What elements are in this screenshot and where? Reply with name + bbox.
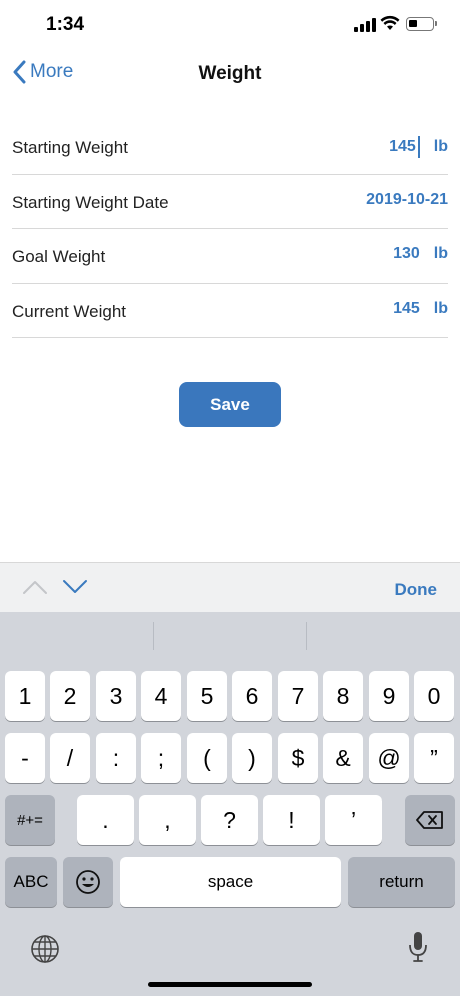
emoji-icon <box>76 870 100 894</box>
backspace-icon <box>416 811 443 829</box>
chevron-down-icon[interactable] <box>62 579 88 595</box>
key-period[interactable]: . <box>77 795 134 845</box>
keyboard: 1 2 3 4 5 6 7 8 9 0 - / : ; ( ) $ & @ ” … <box>0 612 460 996</box>
page-title: Weight <box>198 63 262 84</box>
key-abc[interactable]: ABC <box>5 857 57 907</box>
delete-key[interactable] <box>405 795 455 845</box>
home-indicator <box>148 982 312 987</box>
signal-icon <box>354 18 376 32</box>
emoji-key[interactable] <box>63 857 113 907</box>
key-question[interactable]: ? <box>201 795 258 845</box>
key-dollar[interactable]: $ <box>278 733 318 783</box>
key-5[interactable]: 5 <box>187 671 227 721</box>
key-9[interactable]: 9 <box>369 671 409 721</box>
key-7[interactable]: 7 <box>278 671 318 721</box>
goal-weight-label: Goal Weight <box>12 247 106 266</box>
key-0[interactable]: 0 <box>414 671 454 721</box>
key-1[interactable]: 1 <box>5 671 45 721</box>
key-more-symbols[interactable]: #+= <box>5 795 55 845</box>
weight-form: Starting Weight 145 lb Starting Weight D… <box>12 120 448 338</box>
starting-weight-value: 145 <box>389 138 416 155</box>
key-hyphen[interactable]: - <box>5 733 45 783</box>
key-at[interactable]: @ <box>369 733 409 783</box>
save-button[interactable]: Save <box>179 382 281 427</box>
done-button[interactable]: Done <box>395 580 438 600</box>
key-6[interactable]: 6 <box>232 671 272 721</box>
starting-weight-date-row[interactable]: Starting Weight Date 2019-10-21 <box>12 175 448 229</box>
key-3[interactable]: 3 <box>96 671 136 721</box>
goal-weight-row[interactable]: Goal Weight 130 lb <box>12 229 448 284</box>
microphone-icon[interactable] <box>408 930 428 964</box>
goal-weight-unit: lb <box>433 245 448 262</box>
current-weight-input[interactable]: 145 lb <box>393 300 448 318</box>
key-exclamation[interactable]: ! <box>263 795 320 845</box>
keyboard-accessory-bar: Done <box>0 562 460 612</box>
key-8[interactable]: 8 <box>323 671 363 721</box>
globe-icon[interactable] <box>30 934 60 964</box>
wifi-icon <box>380 15 400 30</box>
chevron-up-icon[interactable] <box>22 579 48 595</box>
starting-weight-unit: lb <box>433 138 448 155</box>
key-close-paren[interactable]: ) <box>232 733 272 783</box>
key-open-paren[interactable]: ( <box>187 733 227 783</box>
starting-weight-date-input[interactable]: 2019-10-21 <box>366 191 448 209</box>
starting-weight-row[interactable]: Starting Weight 145 lb <box>12 120 448 175</box>
status-time: 1:34 <box>46 14 85 35</box>
key-colon[interactable]: : <box>96 733 136 783</box>
prediction-divider <box>306 622 307 650</box>
battery-tip <box>435 21 437 26</box>
return-key[interactable]: return <box>348 857 455 907</box>
space-key[interactable]: space <box>120 857 341 907</box>
prediction-divider <box>153 622 154 650</box>
key-4[interactable]: 4 <box>141 671 181 721</box>
key-2[interactable]: 2 <box>50 671 90 721</box>
key-semicolon[interactable]: ; <box>141 733 181 783</box>
starting-weight-date-label: Starting Weight Date <box>12 192 169 212</box>
status-bar: 1:34 <box>0 0 460 50</box>
key-quote[interactable]: ” <box>414 733 454 783</box>
current-weight-label: Current Weight <box>12 301 127 321</box>
key-comma[interactable]: , <box>139 795 196 845</box>
key-ampersand[interactable]: & <box>323 733 363 783</box>
key-apostrophe[interactable]: ’ <box>325 795 382 845</box>
text-cursor <box>417 136 420 158</box>
current-weight-unit: lb <box>433 299 448 317</box>
navigation-bar: More Weight <box>0 50 460 98</box>
current-weight-row[interactable]: Current Weight 145 lb <box>12 284 448 338</box>
starting-weight-date-value: 2019-10-21 <box>366 190 448 208</box>
goal-weight-value: 130 <box>393 245 420 262</box>
current-weight-value: 145 <box>393 299 420 317</box>
goal-weight-input[interactable]: 130 lb <box>393 245 448 263</box>
battery-icon <box>406 17 434 31</box>
key-slash[interactable]: / <box>50 733 90 783</box>
starting-weight-label: Starting Weight <box>12 138 128 157</box>
starting-weight-input[interactable]: 145 lb <box>389 136 448 158</box>
